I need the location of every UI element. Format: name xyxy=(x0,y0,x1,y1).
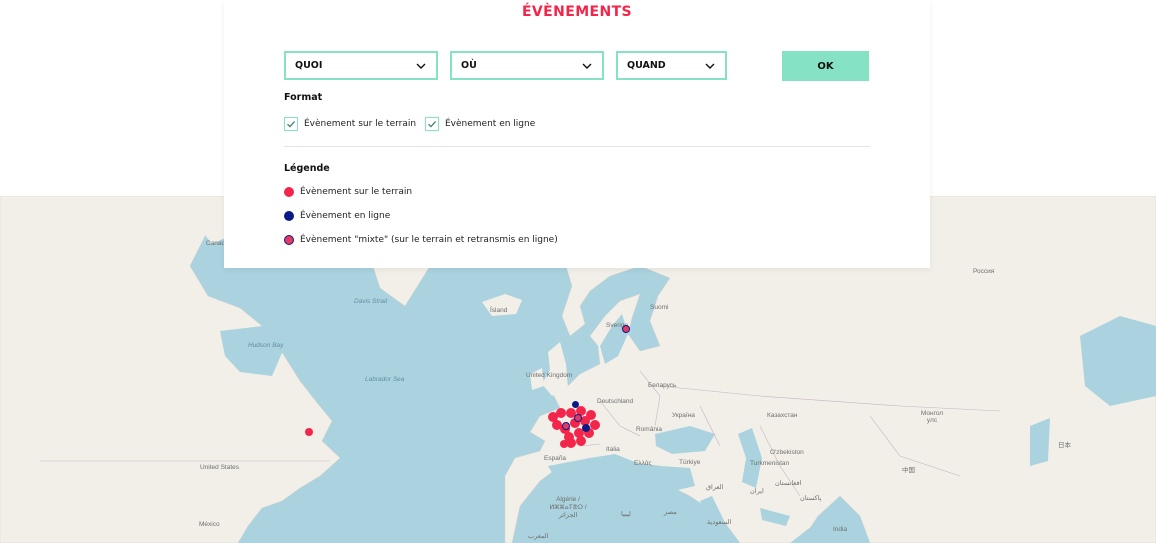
legend-dot-mixte xyxy=(284,235,294,245)
map-label-india: India xyxy=(833,526,848,533)
checkbox-terrain-label: Évènement sur le terrain xyxy=(304,119,417,129)
map-label-algerie: Algérie / ⵍⵣⵣⴰⵢⴻⵔ / الجزائر xyxy=(549,496,587,519)
event-marker-terrain[interactable] xyxy=(305,428,313,436)
legend-dot-terrain xyxy=(284,187,294,197)
map-label-kazakhstan: Казахстан xyxy=(767,412,798,419)
land-great-britain xyxy=(542,342,568,396)
event-marker-mixte[interactable] xyxy=(562,422,570,430)
filter-panel: ÉVÈNEMENTS QUOI OÙ QUAND OK Format Évène… xyxy=(224,0,930,268)
quoi-select-label: QUOI xyxy=(295,60,323,71)
event-marker-mixte[interactable] xyxy=(622,325,630,333)
map-label-ellas: Ελλάς xyxy=(634,460,652,467)
event-marker-online[interactable] xyxy=(582,424,590,432)
map-label-mongolia: Монгол улс xyxy=(920,410,944,424)
legend-label-en-ligne: Évènement en ligne xyxy=(300,211,391,221)
ok-button[interactable]: OK xyxy=(782,51,869,81)
legend-label-mixte: Évènement "mixte" (sur le terrain et ret… xyxy=(300,235,558,245)
checkbox-format-terrain[interactable]: Évènement sur le terrain xyxy=(284,117,416,131)
map-label-iran: ایران xyxy=(750,488,764,495)
legend-item-en-ligne: Évènement en ligne xyxy=(284,211,390,221)
map-label-china: 中国 xyxy=(902,467,915,474)
legend-dot-en-ligne xyxy=(284,211,294,221)
map-label-turkmenistan: Turkmenistan xyxy=(750,460,790,467)
format-title: Format xyxy=(284,92,323,103)
map-label-deutschland: Deutschland xyxy=(597,398,634,405)
map-label-libya: ليبيا xyxy=(621,511,631,518)
event-marker-terrain[interactable] xyxy=(560,440,568,448)
checkbox-format-en-ligne[interactable]: Évènement en ligne xyxy=(425,117,535,131)
map-label-labrador: Labrador Sea xyxy=(365,376,405,383)
quand-select-label: QUAND xyxy=(627,60,666,71)
ou-select-label: OÙ xyxy=(461,60,477,71)
map-label-island: Ísland xyxy=(490,307,508,314)
chevron-down-icon xyxy=(705,63,715,69)
map-label-belarus: Беларусь xyxy=(648,382,677,389)
quand-select[interactable]: QUAND xyxy=(616,51,727,80)
map-label-suomi: Suomi xyxy=(650,304,669,311)
checkbox-en-ligne-label: Évènement en ligne xyxy=(445,119,536,129)
map-label-davis: Davis Strait xyxy=(354,298,388,305)
page-title: ÉVÈNEMENTS xyxy=(521,4,633,20)
chevron-down-icon xyxy=(582,63,592,69)
checkbox-en-ligne-box[interactable] xyxy=(425,117,439,131)
divider xyxy=(284,146,870,147)
ou-select[interactable]: OÙ xyxy=(450,51,604,80)
event-marker-terrain[interactable] xyxy=(576,436,586,446)
map-label-afghanistan: افغانستان xyxy=(775,480,802,487)
map-label-ukraine: Україна xyxy=(672,412,695,419)
legend-item-mixte: Évènement "mixte" (sur le terrain et ret… xyxy=(284,235,558,245)
checkbox-terrain-box[interactable] xyxy=(284,117,298,131)
map-label-turkiye: Türkiye xyxy=(679,459,701,466)
map-label-russia: Россия xyxy=(973,268,995,275)
event-marker-terrain[interactable] xyxy=(556,408,566,418)
map-label-egypt: مصر xyxy=(664,509,677,516)
quoi-select[interactable]: QUOI xyxy=(284,51,438,80)
map-label-usa: United States xyxy=(200,464,240,471)
map-label-espana: España xyxy=(544,455,567,462)
chevron-down-icon xyxy=(416,63,426,69)
checkmark-icon xyxy=(287,121,296,128)
map-label-uk: United Kingdom xyxy=(526,372,573,379)
legend-title: Légende xyxy=(284,163,330,174)
map-label-pakistan: پاکستان xyxy=(800,495,822,502)
map-label-italia: Italia xyxy=(606,446,620,453)
event-marker-mixte[interactable] xyxy=(574,414,582,422)
map-label-romania: România xyxy=(636,426,663,433)
map-label-japan: 日本 xyxy=(1058,442,1071,449)
map-label-mexico: México xyxy=(199,521,220,528)
checkmark-icon xyxy=(428,121,437,128)
legend-item-terrain: Évènement sur le terrain xyxy=(284,187,412,197)
map-label-morocco: المغرب xyxy=(528,533,549,540)
map-label-saudi: السعودية xyxy=(707,519,732,526)
legend-label-terrain: Évènement sur le terrain xyxy=(300,187,413,197)
map-label-iraq: العراق xyxy=(706,484,724,491)
map-label-uzbekistan: O'zbekiston xyxy=(770,449,804,456)
map-label-hudson: Hudson Bay xyxy=(248,342,284,349)
